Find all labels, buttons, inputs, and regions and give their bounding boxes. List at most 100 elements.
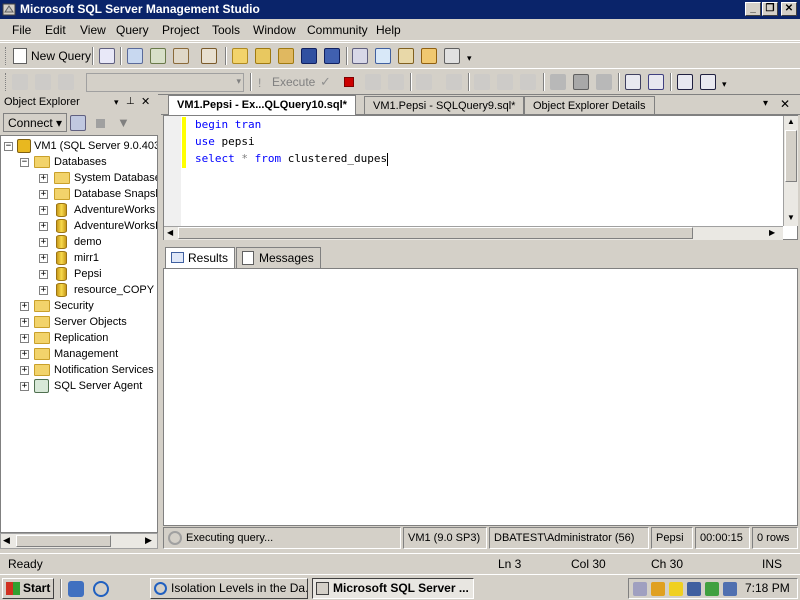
menu-edit[interactable]: Edit [45,23,66,37]
expand-icon[interactable]: + [39,286,48,295]
task-isolation-levels[interactable]: Isolation Levels in the Da... [150,578,308,599]
available-databases-select[interactable]: ▾ [86,73,244,92]
tree-node-server[interactable]: − VM1 (SQL Server 9.0.403 [4,138,157,154]
ssms-app-icon[interactable] [2,2,17,17]
scroll-left-icon[interactable]: ◀ [167,228,173,237]
results-to-file-icon[interactable] [573,74,589,90]
registered-servers-icon[interactable] [352,48,368,64]
tree-node-database[interactable]: + resource_COPY [39,282,154,298]
toolbar-options-chevron-icon[interactable]: ▾ [467,51,477,65]
menu-file[interactable]: File [12,23,31,37]
stop-icon[interactable] [96,119,105,128]
object-explorer-icon[interactable] [375,48,391,64]
show-desktop-icon[interactable] [68,581,84,597]
expand-icon[interactable]: + [39,254,48,263]
vmware-tools-icon[interactable] [723,582,737,596]
tab-messages[interactable]: Messages [236,247,321,269]
add-item-icon[interactable] [278,48,294,64]
maximize-button[interactable]: ❐ [762,2,778,16]
collapse-icon[interactable]: − [4,142,13,151]
tab-results[interactable]: Results [165,247,236,269]
tree-node-databases[interactable]: − Databases [20,154,107,170]
toolbar-options-chevron-icon[interactable]: ▾ [722,77,732,91]
scrollbar-thumb[interactable] [785,130,797,182]
tab-sqlquery9[interactable]: VM1.Pepsi - SQLQuery9.sql* [364,96,525,114]
editor-horizontal-scrollbar[interactable]: ◀ ▶ [164,226,783,240]
internet-explorer-icon[interactable] [93,581,109,597]
scroll-down-icon[interactable]: ▼ [787,213,795,222]
include-actual-plan-icon[interactable] [474,74,490,90]
analysis-services-query-icon[interactable] [150,48,166,64]
tree-node-server-objects[interactable]: + Server Objects [20,314,127,330]
new-file-icon[interactable] [99,48,115,64]
solution-explorer-icon[interactable] [421,48,437,64]
expand-icon[interactable]: + [20,350,29,359]
tree-node-database[interactable]: + mirr1 [39,250,99,266]
compact-query-icon[interactable] [201,48,217,64]
expand-icon[interactable]: + [39,190,48,199]
start-button[interactable]: Start [2,578,54,599]
expand-icon[interactable]: + [20,334,29,343]
scroll-right-icon[interactable]: ▶ [145,535,152,546]
open-project-icon[interactable] [255,48,271,64]
query-editor[interactable]: begin tran use pepsi select * from clust… [163,115,798,240]
database-engine-query-icon[interactable] [127,48,143,64]
connect-dropdown-button[interactable]: Connect ▾ [3,113,68,132]
scrollbar-thumb[interactable] [178,227,693,239]
parse-icon[interactable]: ✓ [320,74,336,90]
tree-node-security[interactable]: + Security [20,298,94,314]
close-document-icon[interactable]: ✕ [780,97,790,111]
tree-node-database[interactable]: + AdventureWorksDW [39,218,157,234]
menu-query[interactable]: Query [116,23,149,37]
scroll-left-icon[interactable]: ◀ [3,535,10,546]
active-files-dropdown-icon[interactable]: ▾ [763,98,768,109]
close-window-button[interactable]: ✕ [781,2,797,16]
expand-icon[interactable]: + [20,382,29,391]
tab-sqlquery10[interactable]: VM1.Pepsi - Ex...QLQuery10.sql* [168,95,356,115]
results-to-text-icon[interactable] [520,74,536,90]
expand-icon[interactable]: + [20,318,29,327]
expand-icon[interactable]: + [39,206,48,215]
expand-icon[interactable]: + [39,270,48,279]
tree-node-sql-server-agent[interactable]: + SQL Server Agent [20,378,142,394]
tree-node-database[interactable]: + AdventureWorks [39,202,155,218]
design-query-icon[interactable] [446,74,462,90]
disconnect-icon[interactable] [35,74,51,90]
properties-window-icon[interactable] [444,48,460,64]
execute-button[interactable]: ! Execute [256,74,315,92]
save-all-icon[interactable] [324,48,340,64]
change-connection-icon[interactable] [58,74,74,90]
scrollbar-thumb[interactable] [16,535,111,547]
query-options-icon[interactable] [388,74,404,90]
tree-node-notification-services[interactable]: + Notification Services [20,362,154,378]
tree-node-database[interactable]: + demo [39,234,102,250]
comment-out-icon[interactable] [625,74,641,90]
expand-icon[interactable]: + [39,238,48,247]
expand-icon[interactable]: + [20,302,29,311]
display-icon[interactable] [687,582,701,596]
toolbar-grip[interactable] [5,73,8,91]
auto-hide-pin-icon[interactable]: ⊥ [126,94,135,110]
client-statistics-icon[interactable] [497,74,513,90]
results-pane[interactable] [163,268,798,526]
menu-view[interactable]: View [80,23,106,37]
scroll-up-icon[interactable]: ▲ [787,117,795,126]
template-explorer-icon[interactable] [398,48,414,64]
expand-icon[interactable]: + [20,366,29,375]
minimize-button[interactable]: _ [745,2,761,16]
toolbar-grip[interactable] [5,47,8,65]
uncomment-icon[interactable] [648,74,664,90]
window-position-icon[interactable]: ▾ [114,94,119,110]
results-to-grid-icon[interactable] [550,74,566,90]
object-explorer-horizontal-scrollbar[interactable]: ◀ ▶ [0,533,158,549]
intellisense-icon[interactable] [416,74,432,90]
close-pane-icon[interactable]: ✕ [141,94,150,110]
decrease-indent-icon[interactable] [677,74,693,90]
menu-window[interactable]: Window [253,23,296,37]
menu-community[interactable]: Community [307,23,368,37]
window-title-bar[interactable]: Microsoft SQL Server Management Studio [0,0,800,19]
security-shield-icon[interactable] [669,582,683,596]
menu-tools[interactable]: Tools [212,23,240,37]
editor-vertical-scrollbar[interactable]: ▲ ▼ [783,116,798,226]
save-icon[interactable] [301,48,317,64]
